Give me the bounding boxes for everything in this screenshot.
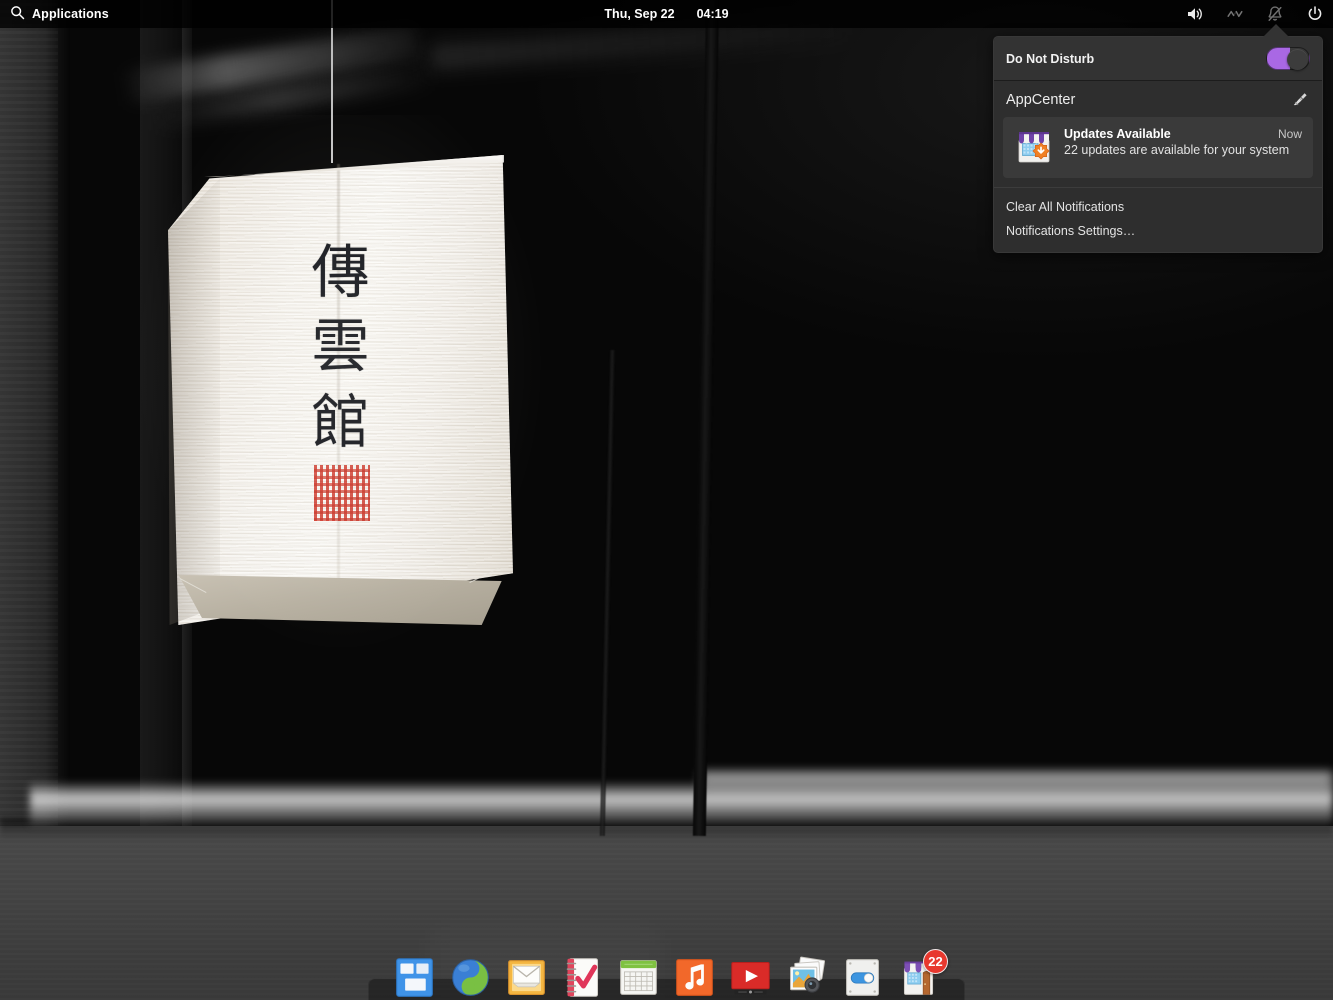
notification-body: Updates Available Now 22 updates are ava… [1064,127,1302,159]
panel-indicator-area [1185,0,1325,28]
toggle-knob [1287,49,1308,70]
applications-menu-button[interactable]: Applications [0,5,109,23]
notifications-popover: Do Not Disturb AppCenter [993,36,1323,253]
notifications-settings-button[interactable]: Notifications Settings… [994,219,1322,243]
notification-group-title: AppCenter [1006,92,1075,108]
do-not-disturb-label: Do Not Disturb [1006,52,1094,66]
do-not-disturb-toggle[interactable] [1266,47,1310,70]
dock-item-mail[interactable] [504,955,549,1000]
lantern-glyph-2: 雲 [168,317,513,375]
lantern-glyph-1: 傳 [168,243,513,301]
dock-item-settings[interactable] [840,955,885,1000]
dock-item-calendar[interactable] [616,955,661,1000]
dock-item-files[interactable] [392,955,437,1000]
panel-datetime[interactable]: Thu, Sep 22 04:19 [0,7,1333,21]
wallpaper-light-rail-highlight [700,772,1333,798]
notification-time: Now [1278,127,1302,141]
dock-item-tasks[interactable] [560,955,605,1000]
notification-title-row: Updates Available Now [1064,127,1302,141]
power-icon[interactable] [1305,4,1325,24]
wallpaper-lantern: 傳 雲 館 [168,155,513,625]
do-not-disturb-row[interactable]: Do Not Disturb [994,37,1322,81]
notification-group-header: AppCenter [994,81,1322,117]
notification-list: Updates Available Now 22 updates are ava… [994,117,1322,187]
popover-tail [1263,24,1289,37]
dock-item-appcenter[interactable]: 22 [896,955,941,1000]
notification-description: 22 updates are available for your system [1064,143,1289,157]
search-icon [10,5,25,23]
popover-actions: Clear All Notifications Notifications Se… [994,187,1322,252]
broom-icon[interactable] [1290,90,1310,110]
clear-all-notifications-button[interactable]: Clear All Notifications [994,195,1322,219]
lantern-bottom-face [172,575,505,625]
lantern-red-seal-stamp [314,465,370,521]
volume-icon[interactable] [1185,4,1205,24]
lantern-glyph-3: 館 [168,393,513,451]
dock-item-videos[interactable] [728,955,773,1000]
appcenter-badge: 22 [923,949,948,974]
applications-label: Applications [32,7,109,21]
dock-item-music[interactable] [672,955,717,1000]
panel-time[interactable]: 04:19 [697,7,729,21]
appcenter-updates-icon [1014,127,1054,167]
lantern-side-face [168,155,220,625]
notifications-muted-bell-icon[interactable] [1265,4,1285,24]
panel-date[interactable]: Thu, Sep 22 [604,7,674,21]
dock-item-web[interactable] [448,955,493,1000]
dock-items: 22 [374,944,959,1000]
desktop: 傳 雲 館 Applications Thu, Sep 22 04:19 [0,0,1333,1000]
notification-item[interactable]: Updates Available Now 22 updates are ava… [1003,117,1313,178]
notification-title: Updates Available [1064,127,1171,141]
top-panel: Applications Thu, Sep 22 04:19 [0,0,1333,28]
dock-item-photos[interactable] [784,955,829,1000]
network-disconnected-icon[interactable] [1225,4,1245,24]
